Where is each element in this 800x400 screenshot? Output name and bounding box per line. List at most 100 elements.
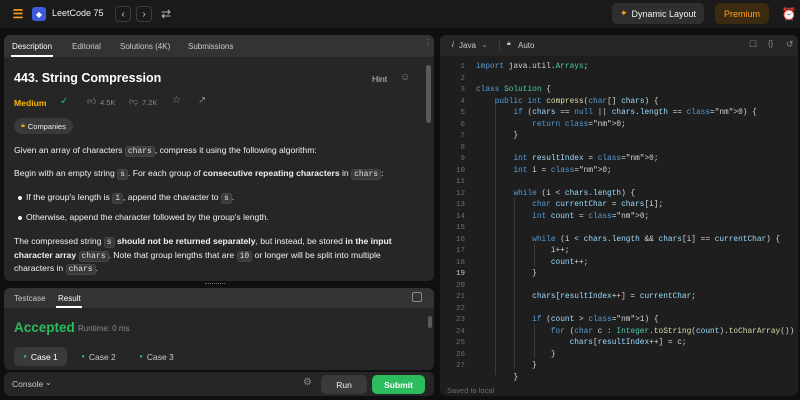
tab-solutions[interactable]: Solutions (4K) — [120, 35, 170, 57]
tab-description[interactable]: Description — [12, 35, 52, 57]
description-scrollbar[interactable] — [426, 65, 431, 123]
line-number: 15 — [455, 224, 465, 232]
line-number: 1 — [460, 63, 465, 71]
description-paragraph-2: Begin with an empty string s. For each g… — [14, 168, 384, 180]
line-number: 16 — [455, 236, 465, 244]
description-tabs: Description Editorial Solutions (4K) Sub… — [4, 35, 434, 57]
line-number: 12 — [455, 190, 465, 198]
code-line: int resultIndex = class="nm">0; — [513, 155, 659, 163]
debug-icon[interactable]: ⚙ — [303, 377, 312, 388]
code-line: if (chars == null || chars.length == cla… — [513, 109, 757, 117]
next-problem-button[interactable]: › — [136, 6, 152, 22]
line-number: 9 — [460, 155, 465, 163]
language-chevron-icon[interactable]: ⌄ — [481, 40, 488, 49]
line-number: 3 — [460, 86, 465, 94]
alarm-clock-icon[interactable]: ⏰ — [781, 6, 797, 22]
shuffle-icon[interactable]: ⇄ — [158, 6, 174, 22]
code-line: int i = class="nm">0; — [513, 167, 612, 175]
solved-check-icon: ✓ — [60, 96, 69, 107]
code-line: } — [476, 351, 556, 359]
premium-button[interactable]: Premium — [715, 3, 769, 24]
code-line: } — [476, 374, 519, 382]
line-number: 14 — [455, 213, 465, 221]
code-line: count++; — [550, 259, 589, 267]
line-number: 19 — [455, 270, 465, 278]
autocomplete-mode[interactable]: Auto — [518, 41, 534, 50]
submit-button[interactable]: Submit — [372, 375, 425, 394]
line-number: 23 — [455, 316, 465, 324]
minimize-panel-icon[interactable] — [412, 292, 422, 302]
case-pass-dot-icon: ● — [23, 353, 27, 360]
tab-editorial[interactable]: Editorial — [72, 35, 101, 57]
code-line: import java.util.Arrays; — [476, 63, 589, 71]
code-line: chars[resultIndex++] = currentChar; — [532, 293, 696, 301]
run-button[interactable]: Run — [321, 375, 367, 394]
thumbs-up-icon[interactable]: 👍︎ — [87, 96, 96, 107]
leetcode-logo-icon[interactable]: ☰ — [10, 6, 26, 22]
dislikes-count: 7.2K — [142, 98, 158, 107]
line-number: 13 — [455, 201, 465, 209]
dynamic-layout-label: Dynamic Layout — [631, 8, 697, 19]
thumbs-down-icon[interactable]: 👎︎ — [129, 96, 138, 107]
companies-tag[interactable]: 🔒︎ Companies — [14, 118, 73, 134]
line-number: 11 — [455, 178, 465, 186]
lock-icon: 🔒︎ — [21, 122, 25, 129]
bookmark-icon[interactable]: ☐ — [749, 39, 757, 50]
study-plan-icon: ◆ — [32, 7, 46, 21]
line-number: 22 — [455, 305, 465, 313]
tab-testcase[interactable]: Testcase — [14, 288, 46, 308]
tab-result[interactable]: Result — [58, 288, 81, 308]
result-scrollbar[interactable] — [428, 316, 432, 328]
code-line: class Solution { — [476, 86, 551, 94]
panel-menu-icon[interactable]: ⋮ — [424, 38, 432, 53]
runtime-label: Runtime: 0 ms — [78, 324, 130, 333]
line-number: 5 — [460, 109, 465, 117]
line-number: 7 — [460, 132, 465, 140]
vertical-resize-handle[interactable] — [205, 283, 225, 285]
case-2-tab[interactable]: ● Case 2 — [72, 347, 125, 366]
line-number: 25 — [455, 339, 465, 347]
language-select[interactable]: Java — [459, 41, 476, 50]
tab-submissions[interactable]: Submissions — [188, 35, 233, 57]
problem-title[interactable]: 443. String Compression — [14, 71, 161, 85]
line-number: 21 — [455, 293, 465, 301]
prev-problem-button[interactable]: ‹ — [115, 6, 131, 22]
code-line: for (char c : Integer.toString(count).to… — [550, 328, 800, 336]
line-number: 10 — [455, 167, 465, 175]
more-options-icon[interactable]: ☺ — [400, 72, 410, 83]
dynamic-layout-button[interactable]: ✦ Dynamic Layout — [612, 3, 704, 24]
code-line: i++; — [476, 247, 570, 255]
case-1-tab[interactable]: ● Case 1 — [14, 347, 67, 366]
active-tab-indicator — [11, 55, 53, 57]
case-3-tab[interactable]: ● Case 3 — [130, 347, 183, 366]
companies-label: Companies — [27, 121, 66, 131]
chevron-down-icon[interactable]: ⌄ — [45, 378, 52, 387]
sparkle-icon: ✦ — [619, 8, 628, 18]
console-toggle[interactable]: Console — [12, 379, 43, 389]
line-number: 18 — [455, 259, 465, 267]
description-paragraph-4: character array chars. Note that group l… — [14, 250, 381, 262]
editor-toolbar — [440, 35, 798, 56]
description-bullet-1: If the group's length is 1, append the c… — [26, 192, 235, 204]
share-icon[interactable]: ↗ — [198, 95, 206, 106]
bullet-dot — [18, 196, 22, 200]
case-pass-dot-icon: ● — [139, 353, 143, 360]
case-pass-dot-icon: ● — [81, 353, 85, 360]
hint-link[interactable]: Hint — [372, 74, 387, 84]
line-number: 20 — [455, 282, 465, 290]
code-line: } — [476, 362, 537, 370]
description-bullet-2: Otherwise, append the character followed… — [26, 212, 269, 222]
line-number: 27 — [455, 362, 465, 370]
code-line: chars[resultIndex++] = c; — [569, 339, 687, 347]
format-code-icon[interactable]: {} — [768, 39, 773, 48]
code-line: while (i < chars.length) { — [513, 190, 636, 198]
reset-code-icon[interactable]: ↺ — [786, 39, 794, 50]
star-icon[interactable]: ☆ — [172, 95, 181, 106]
code-line: int count = class="nm">0; — [532, 213, 650, 221]
bullet-dot — [18, 216, 22, 220]
study-plan-title[interactable]: LeetCode 75 — [52, 8, 104, 18]
description-paragraph-3: The compressed string s should not be re… — [14, 236, 392, 248]
code-line: } — [476, 270, 537, 278]
line-number: 2 — [460, 75, 465, 83]
code-line: } — [476, 132, 519, 140]
